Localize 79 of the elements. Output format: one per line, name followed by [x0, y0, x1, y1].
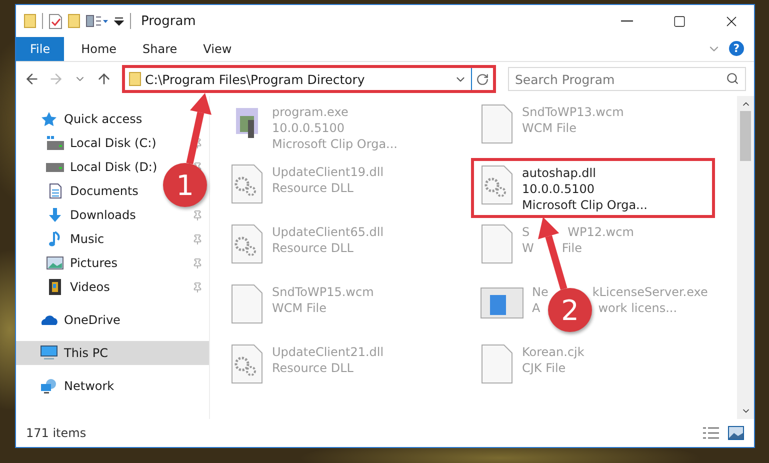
- file-detail: work licens...: [598, 300, 678, 316]
- sidebar-item[interactable]: Pictures: [70, 256, 118, 270]
- minimize-icon: [621, 20, 633, 22]
- file-detail: 10.0.0.5100: [272, 120, 345, 136]
- file-name: autoshap.dll: [522, 165, 596, 181]
- annotation-arrow: [186, 93, 212, 164]
- help-button[interactable]: ?: [729, 41, 744, 56]
- star-icon: [40, 111, 58, 127]
- file-name: UpdateClient19.dll: [272, 164, 384, 180]
- address-bar[interactable]: C:\Program Files\Program Directory: [122, 65, 496, 93]
- dropdown-icon: [114, 16, 124, 26]
- search-icon: [726, 72, 739, 85]
- file-name: SndToWP13.wcm: [522, 104, 624, 120]
- details-view-icon[interactable]: [702, 427, 720, 439]
- file-name: UpdateClient21.dll: [272, 344, 384, 360]
- file-name: S: [522, 224, 530, 240]
- sidebar-item[interactable]: Music: [70, 232, 104, 246]
- file-icon: [480, 104, 514, 144]
- monitor-icon: [40, 345, 58, 361]
- new-folder-icon: [68, 14, 80, 28]
- sidebar-item[interactable]: Documents: [70, 184, 138, 198]
- file-detail: Microsoft Clip Orga...: [522, 197, 648, 213]
- refresh-icon: [476, 72, 489, 86]
- gear-file-icon: [230, 164, 264, 204]
- folder-icon: [129, 72, 141, 86]
- network-icon: [40, 378, 58, 394]
- file-detail: WCM File: [272, 300, 326, 316]
- sidebar-item[interactable]: Local Disk (C:): [70, 136, 156, 150]
- file-detail: Resource DLL: [272, 360, 354, 376]
- file-icon: [480, 344, 514, 384]
- sidebar-item[interactable]: Quick access: [64, 112, 142, 126]
- tiles-view-icon[interactable]: [728, 426, 744, 440]
- file-detail: A: [532, 300, 540, 316]
- sidebar-item[interactable]: Network: [64, 379, 114, 393]
- maximize-icon: [672, 14, 686, 28]
- ribbon-tab[interactable]: Share: [130, 37, 190, 61]
- highlighted-file-item[interactable]: autoshap.dll 10.0.0.5100 Microsoft Clip Orga...: [471, 158, 715, 218]
- ribbon-tab[interactable]: Home: [68, 37, 130, 61]
- file-detail: Resource DLL: [272, 240, 354, 256]
- file-name: SndToWP15.wcm: [272, 284, 374, 300]
- sidebar-item[interactable]: Downloads: [70, 208, 136, 222]
- gear-file-icon: [480, 165, 514, 205]
- customize-toolbar-icon: [86, 15, 108, 27]
- item-count: 171 items: [26, 426, 88, 440]
- file-name: WP12.wcm: [568, 224, 634, 240]
- file-detail: File: [562, 240, 582, 256]
- file-name: program.exe: [272, 104, 348, 120]
- file-name: Ne: [532, 284, 548, 300]
- properties-icon: [49, 14, 62, 28]
- file-menu-button[interactable]: File: [16, 37, 64, 61]
- file-detail: 10.0.0.5100: [522, 181, 595, 197]
- sidebar-item[interactable]: Local Disk (D:): [70, 160, 158, 174]
- ribbon-tab[interactable]: View: [190, 37, 245, 61]
- search-field[interactable]: Search Program: [508, 67, 746, 91]
- address-path: C:\Program Files\Program Directory: [145, 72, 366, 86]
- file-detail: Microsoft Clip Orga...: [272, 136, 398, 152]
- window-title: Program: [141, 14, 197, 28]
- folder-icon: [24, 14, 36, 28]
- file-name: UpdateClient65.dll: [272, 224, 384, 240]
- download-icon: [46, 207, 64, 223]
- pictures-icon: [46, 255, 64, 271]
- sidebar-item[interactable]: Videos: [70, 280, 110, 294]
- file-detail: Resource DLL: [272, 180, 354, 196]
- file-name: kLicenseServer.exe: [592, 284, 708, 300]
- drive-icon: [46, 135, 64, 151]
- file-detail: CJK File: [522, 360, 566, 376]
- file-detail: WCM File: [522, 120, 576, 136]
- sidebar-item[interactable]: This PC: [64, 346, 108, 360]
- sidebar-item[interactable]: OneDrive: [64, 313, 120, 327]
- file-detail: W: [522, 240, 534, 256]
- file-name: Korean.cjk: [522, 344, 584, 360]
- gear-file-icon: [230, 224, 264, 264]
- drive-icon: [46, 162, 64, 172]
- gear-file-icon: [230, 344, 264, 384]
- file-icon: [230, 284, 264, 324]
- film-icon: [46, 279, 64, 295]
- scrollbar[interactable]: [737, 96, 754, 419]
- file-icon: [480, 224, 514, 264]
- scrollbar-thumb[interactable]: [740, 111, 751, 161]
